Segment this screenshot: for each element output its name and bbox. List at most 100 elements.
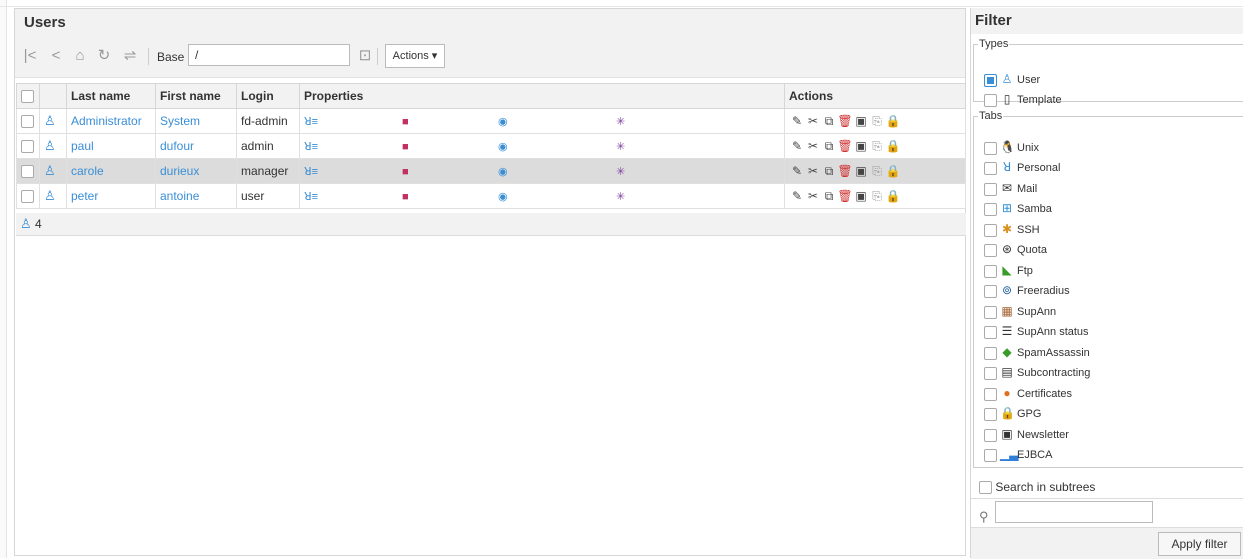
- filter-tab-mail[interactable]: ✉ Mail: [984, 179, 1037, 197]
- save-icon[interactable]: ▣: [853, 164, 869, 178]
- filter-tab-gpg[interactable]: 🔒 GPG: [984, 404, 1041, 422]
- select-all-header[interactable]: [16, 83, 40, 109]
- filter-tab-newsletter[interactable]: ▣ Newsletter: [984, 425, 1069, 443]
- filter-tab-ejbca[interactable]: ▁▃EJBCA: [984, 445, 1052, 463]
- filter-type-user[interactable]: ♙ User: [984, 70, 1040, 88]
- select-all-checkbox[interactable]: [21, 90, 34, 104]
- column-login[interactable]: Login: [236, 83, 300, 109]
- cut-icon[interactable]: ✂: [805, 189, 821, 203]
- table-row-selected[interactable]: ♙ carole durieux manager ꓤ≡ ■ ◉ ✳ ✎ ✂ ⧉ 🗑 ▣ ⎘ 🔒: [16, 158, 966, 184]
- tab-checkbox[interactable]: [984, 305, 997, 319]
- samba-icon[interactable]: ◉: [498, 165, 616, 178]
- edit-icon[interactable]: ✎: [789, 164, 805, 178]
- delete-icon[interactable]: 🗑: [837, 164, 853, 178]
- filter-tab-quota[interactable]: ⊛ Quota: [984, 240, 1047, 258]
- unix-group-icon[interactable]: ■: [402, 116, 498, 128]
- cut-icon[interactable]: ✂: [805, 114, 821, 128]
- unix-group-icon[interactable]: ■: [402, 166, 498, 178]
- copy-icon[interactable]: ⧉: [821, 189, 837, 204]
- row-checkbox[interactable]: [21, 165, 34, 179]
- tab-checkbox[interactable]: [984, 161, 997, 175]
- lock-icon[interactable]: 🔒: [885, 114, 901, 128]
- tab-checkbox[interactable]: [984, 407, 997, 421]
- type-user-checkbox[interactable]: [984, 73, 997, 87]
- table-row[interactable]: ♙ peter antoine user ꓤ≡ ■ ◉ ✳ ✎ ✂ ⧉ 🗑 ▣ ⎘ 🔒: [16, 183, 966, 209]
- template-icon[interactable]: ⎘: [869, 189, 885, 204]
- filter-tab-samba[interactable]: ⊞ Samba: [984, 199, 1052, 217]
- cut-icon[interactable]: ✂: [805, 139, 821, 153]
- tab-checkbox[interactable]: [984, 387, 997, 401]
- edit-icon[interactable]: ✎: [789, 189, 805, 203]
- edit-icon[interactable]: ✎: [789, 139, 805, 153]
- lock-icon[interactable]: 🔒: [885, 189, 901, 203]
- filter-tab-freeradius[interactable]: ⊚ Freeradius: [984, 281, 1070, 299]
- last-name-link[interactable]: carole: [71, 164, 104, 178]
- template-icon[interactable]: ⎘: [869, 164, 885, 179]
- first-page-icon[interactable]: |<: [21, 46, 39, 66]
- row-checkbox[interactable]: [21, 140, 34, 154]
- tab-checkbox[interactable]: [984, 202, 997, 216]
- tab-checkbox[interactable]: [984, 264, 997, 278]
- filter-tab-supann[interactable]: ▦ SupAnn: [984, 302, 1056, 320]
- personal-icon[interactable]: ꓤ≡: [304, 140, 402, 153]
- samba-icon[interactable]: ◉: [498, 190, 616, 203]
- search-subtrees-option[interactable]: Search in subtrees: [979, 479, 1095, 495]
- tab-checkbox[interactable]: [984, 448, 997, 462]
- filter-type-template[interactable]: ▯ Template: [984, 90, 1062, 108]
- filter-tab-spamassassin[interactable]: ◆ SpamAssassin: [984, 343, 1090, 361]
- first-name-link[interactable]: antoine: [160, 189, 199, 203]
- actions-dropdown[interactable]: Actions ▾: [385, 44, 445, 68]
- filter-search-input[interactable]: [995, 501, 1153, 523]
- posix-icon[interactable]: ✳: [616, 165, 625, 178]
- personal-icon[interactable]: ꓤ≡: [304, 190, 402, 203]
- lock-icon[interactable]: 🔒: [885, 164, 901, 178]
- first-name-link[interactable]: dufour: [160, 139, 194, 153]
- tab-checkbox[interactable]: [984, 182, 997, 196]
- apply-filter-button[interactable]: Apply filter: [1158, 532, 1241, 556]
- filter-tab-certificates[interactable]: ● Certificates: [984, 384, 1072, 402]
- filter-tab-subcontracting[interactable]: ▤ Subcontracting: [984, 363, 1090, 381]
- posix-icon[interactable]: ✳: [616, 140, 625, 153]
- save-icon[interactable]: ▣: [853, 139, 869, 153]
- base-select-icon[interactable]: ⊡: [356, 46, 374, 66]
- filter-tab-ftp[interactable]: ◣ Ftp: [984, 261, 1033, 279]
- save-icon[interactable]: ▣: [853, 189, 869, 203]
- personal-icon[interactable]: ꓤ≡: [304, 115, 402, 128]
- settings-sliders-icon[interactable]: ⇌: [121, 46, 139, 66]
- save-icon[interactable]: ▣: [853, 114, 869, 128]
- samba-icon[interactable]: ◉: [498, 115, 616, 128]
- base-input[interactable]: [188, 44, 350, 66]
- samba-icon[interactable]: ◉: [498, 140, 616, 153]
- tab-checkbox[interactable]: [984, 325, 997, 339]
- tab-checkbox[interactable]: [984, 428, 997, 442]
- tab-checkbox[interactable]: [984, 243, 997, 257]
- tab-checkbox[interactable]: [984, 346, 997, 360]
- back-icon[interactable]: <: [47, 46, 65, 66]
- copy-icon[interactable]: ⧉: [821, 164, 837, 179]
- first-name-link[interactable]: durieux: [160, 164, 199, 178]
- template-icon[interactable]: ⎘: [869, 114, 885, 129]
- home-icon[interactable]: ⌂: [71, 46, 89, 66]
- posix-icon[interactable]: ✳: [616, 115, 625, 128]
- row-checkbox[interactable]: [21, 115, 34, 129]
- filter-tab-ssh[interactable]: ✱ SSH: [984, 220, 1040, 238]
- first-name-link[interactable]: System: [160, 114, 200, 128]
- row-checkbox[interactable]: [21, 190, 34, 204]
- tab-checkbox[interactable]: [984, 223, 997, 237]
- cut-icon[interactable]: ✂: [805, 164, 821, 178]
- delete-icon[interactable]: 🗑: [837, 139, 853, 153]
- template-icon[interactable]: ⎘: [869, 139, 885, 154]
- filter-tab-unix[interactable]: 🐧 Unix: [984, 138, 1039, 156]
- filter-tab-personal[interactable]: ꓤ Personal: [984, 158, 1060, 176]
- table-row[interactable]: ♙ Administrator System fd-admin ꓤ≡ ■ ◉ ✳ ✎ ✂…: [16, 108, 966, 134]
- last-name-link[interactable]: Administrator: [71, 114, 142, 128]
- tab-checkbox[interactable]: [984, 141, 997, 155]
- delete-icon[interactable]: 🗑: [837, 189, 853, 203]
- tab-checkbox[interactable]: [984, 284, 997, 298]
- personal-icon[interactable]: ꓤ≡: [304, 165, 402, 178]
- column-first-name[interactable]: First name: [155, 83, 237, 109]
- unix-group-icon[interactable]: ■: [402, 191, 498, 203]
- unix-group-icon[interactable]: ■: [402, 141, 498, 153]
- tab-checkbox[interactable]: [984, 366, 997, 380]
- copy-icon[interactable]: ⧉: [821, 114, 837, 129]
